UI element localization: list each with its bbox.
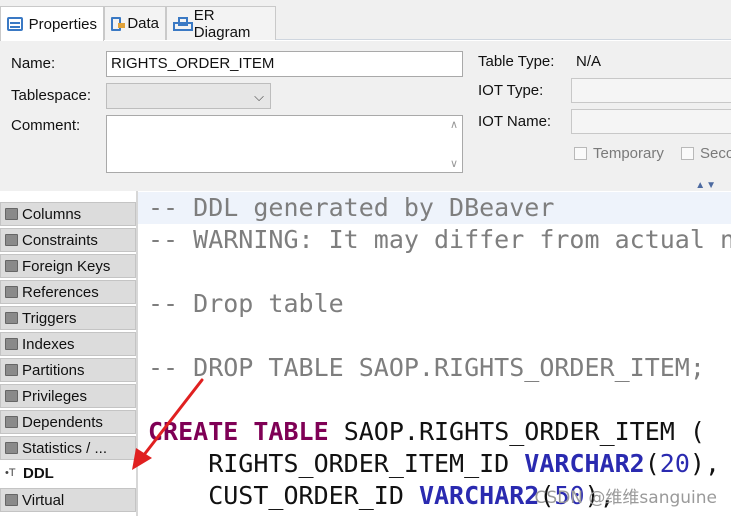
annotation-arrow-icon [132,378,204,470]
watermark: CSDN @维维sanguine [534,488,717,508]
